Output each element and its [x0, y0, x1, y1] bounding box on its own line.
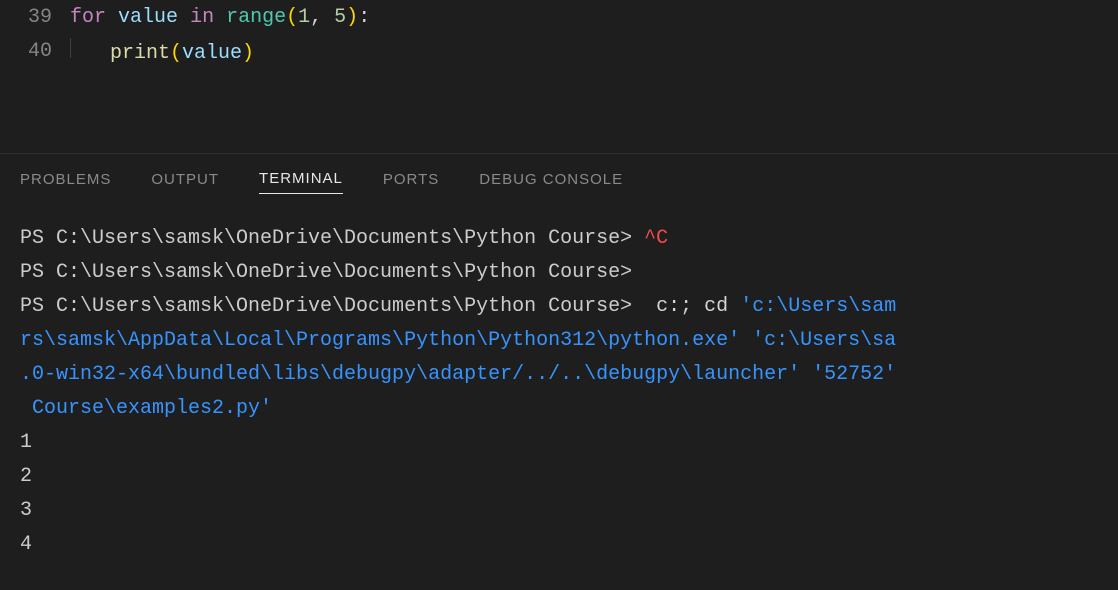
tab-output[interactable]: OUTPUT	[151, 165, 219, 194]
code-content: print(value)	[70, 38, 1118, 65]
panel-tabs: PROBLEMS OUTPUT TERMINAL PORTS DEBUG CON…	[0, 153, 1118, 204]
terminal-line: PS C:\Users\samsk\OneDrive\Documents\Pyt…	[20, 290, 1098, 324]
terminal-output: 4	[20, 528, 1098, 562]
tab-terminal[interactable]: TERMINAL	[259, 164, 343, 194]
editor-area: 39 for value in range(1, 5): 40 print(va…	[0, 0, 1118, 68]
tab-problems[interactable]: PROBLEMS	[20, 165, 111, 194]
interrupt-signal: ^C	[644, 227, 668, 250]
terminal-output: 1	[20, 426, 1098, 460]
terminal-line: PS C:\Users\samsk\OneDrive\Documents\Pyt…	[20, 256, 1098, 290]
terminal-line: Course\examples2.py'	[20, 392, 1098, 426]
editor-empty-space[interactable]	[0, 68, 1118, 153]
terminal-output: 2	[20, 460, 1098, 494]
terminal-line: PS C:\Users\samsk\OneDrive\Documents\Pyt…	[20, 222, 1098, 256]
terminal-content[interactable]: PS C:\Users\samsk\OneDrive\Documents\Pyt…	[0, 204, 1118, 562]
terminal-line: rs\samsk\AppData\Local\Programs\Python\P…	[20, 324, 1098, 358]
code-content: for value in range(1, 5):	[70, 6, 1118, 29]
tab-debug-console[interactable]: DEBUG CONSOLE	[479, 165, 623, 194]
terminal-line: .0-win32-x64\bundled\libs\debugpy\adapte…	[20, 358, 1098, 392]
line-number: 40	[0, 40, 70, 63]
code-line[interactable]: 40 print(value)	[0, 34, 1118, 68]
line-number: 39	[0, 6, 70, 29]
tab-ports[interactable]: PORTS	[383, 165, 439, 194]
terminal-output: 3	[20, 494, 1098, 528]
code-line[interactable]: 39 for value in range(1, 5):	[0, 0, 1118, 34]
